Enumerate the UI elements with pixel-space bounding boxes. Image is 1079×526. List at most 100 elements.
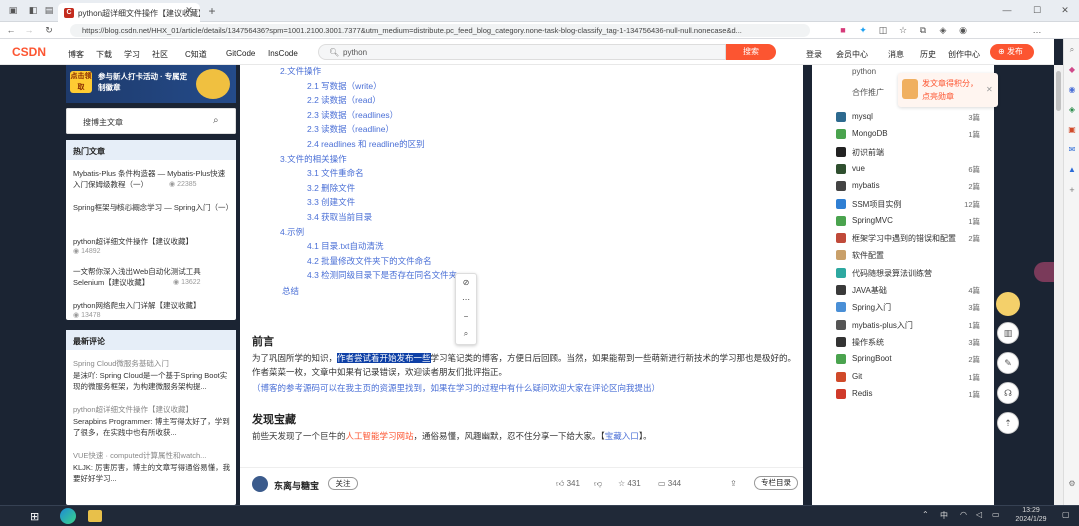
designer-icon[interactable]: ▲ xyxy=(1065,165,1079,174)
follow-button[interactable]: 关注 xyxy=(328,477,358,490)
promo-popup[interactable]: 发文章得积分， 点亮勋章 ✕ xyxy=(898,73,998,107)
column-item[interactable]: 软件配置 xyxy=(812,247,994,263)
forward-icon[interactable]: → xyxy=(22,25,36,35)
nav-login[interactable]: 登录 xyxy=(806,49,822,60)
close-icon[interactable]: ✕ xyxy=(986,85,993,94)
column-item[interactable]: Redis 1篇 xyxy=(812,386,994,402)
list-item[interactable]: 一文帮你深入浅出Web自动化测试工具Selenium【建议收藏】 ◉ 13622 xyxy=(73,266,231,300)
nav-message[interactable]: 消息 xyxy=(888,49,904,60)
toc-item[interactable]: 4.1 目录.txt自动清洗 xyxy=(307,240,384,252)
column-item[interactable]: MongoDB 1篇 xyxy=(812,126,994,142)
toc-item[interactable]: 2.1 写数据（write） xyxy=(307,80,382,92)
search-button[interactable]: 搜索 xyxy=(726,44,776,60)
windows-start-icon[interactable]: ⊞ xyxy=(30,510,39,523)
shopping-icon[interactable]: ◆ xyxy=(1065,65,1079,74)
comment-article[interactable]: Spring Cloud微服务基础入门 xyxy=(73,358,231,370)
extension-icon[interactable]: ■ xyxy=(836,25,850,35)
list-item[interactable]: Mybatis-Plus 条件构造器 — Mybatis-Plus快速入门保姆级… xyxy=(73,168,231,202)
minus-icon[interactable]: − xyxy=(456,308,476,325)
comment-text[interactable]: KLJK: 厉害厉害，博主的文章写得通俗易懂，我要好好学习... xyxy=(73,462,231,484)
wallet-icon[interactable]: ◈ xyxy=(936,25,950,36)
profile-icon[interactable]: ◉ xyxy=(956,25,970,36)
close-tab-icon[interactable]: ✕ xyxy=(182,5,196,16)
tools-icon[interactable]: ◉ xyxy=(1065,85,1079,94)
more-icon[interactable]: ⋯ xyxy=(456,291,476,308)
notification-icon[interactable]: ▢ xyxy=(1062,510,1070,519)
nav-download[interactable]: 下载 xyxy=(96,49,112,60)
column-item[interactable]: 代码随想录算法训练营 xyxy=(812,265,994,281)
back-icon[interactable]: ← xyxy=(4,25,18,35)
file-explorer-icon[interactable] xyxy=(88,510,102,522)
toc-item[interactable]: 2.3 读数据（readline） xyxy=(307,123,394,135)
comment-article[interactable]: python超详细文件操作【建议收藏】 xyxy=(73,404,231,416)
search-icon[interactable]: ⌕ xyxy=(213,115,219,126)
dislike-icon[interactable]: 👎︎ xyxy=(594,479,602,489)
column-item-top[interactable]: python xyxy=(852,67,876,76)
column-item[interactable]: mybatis-plus入门 1篇 xyxy=(812,317,994,333)
comment-text[interactable]: Serapbins Programmer: 博主写得太好了，学到了很多，在实践中… xyxy=(73,416,231,450)
toc-item[interactable]: 4.示例 xyxy=(280,226,304,238)
avatar[interactable] xyxy=(252,476,268,492)
nav-inscode[interactable]: InsCode xyxy=(268,49,298,58)
list-item[interactable]: Spring框架与核心概念学习 — Spring入门（一） ◉ 16160 xyxy=(73,202,233,236)
column-item[interactable]: 操作系统 3篇 xyxy=(812,334,994,350)
battery-icon[interactable]: ▭ xyxy=(992,510,1000,519)
list-item[interactable]: python网络爬虫入门详解【建议收藏】 ◉ 13478 xyxy=(73,300,231,330)
column-item-top[interactable]: 合作推广 xyxy=(852,87,884,98)
outlook-icon[interactable]: ✉ xyxy=(1065,145,1079,154)
edit-icon[interactable]: ✎ xyxy=(997,352,1019,374)
nav-learn[interactable]: 学习 xyxy=(124,49,140,60)
toc-item[interactable]: 3.2 删除文件 xyxy=(307,182,355,194)
eye-off-icon[interactable]: ⊘ xyxy=(456,274,476,291)
toc-item[interactable]: 2.4 readlines 和 readline的区别 xyxy=(307,138,425,150)
column-item[interactable]: SpringMVC 1篇 xyxy=(812,213,994,229)
search-input[interactable]: 🔍︎ python xyxy=(318,44,726,60)
headset-icon[interactable]: ☊ xyxy=(997,382,1019,404)
maximize-icon[interactable]: ☐ xyxy=(1030,5,1044,16)
scrollbar-thumb[interactable] xyxy=(1056,71,1061,111)
promo-banner[interactable]: 点击领取 参与新人打卡活动 · 专属定制徽章 xyxy=(66,65,236,103)
column-item[interactable]: 初识前端 xyxy=(812,144,994,160)
toc-item[interactable]: 2.文件操作 xyxy=(280,65,321,77)
clock-time[interactable]: 13:29 xyxy=(1014,507,1048,514)
url-field[interactable]: https://blog.csdn.net/HHX_01/article/det… xyxy=(70,24,810,37)
like-button[interactable]: 👍︎ 341 xyxy=(556,479,580,489)
tab-actions-icon[interactable]: ◧ xyxy=(26,5,40,16)
nav-vip[interactable]: 会员中心 xyxy=(836,49,868,60)
volume-icon[interactable]: ◁ xyxy=(976,510,982,519)
side-handle[interactable] xyxy=(1034,262,1054,282)
settings-icon[interactable]: ⚙ xyxy=(1065,479,1079,488)
comment-button[interactable]: ▭ 344 xyxy=(658,479,681,488)
column-button[interactable]: 专栏目录 xyxy=(754,476,798,490)
nav-gitcode[interactable]: GitCode xyxy=(226,49,255,58)
nav-creator[interactable]: 创作中心 xyxy=(948,49,980,60)
column-item[interactable]: Spring入门 3篇 xyxy=(812,299,994,315)
list-item[interactable]: python超详细文件操作【建议收藏】 ◉ 14892 xyxy=(73,236,231,266)
back-to-top-icon[interactable]: ⇡ xyxy=(997,412,1019,434)
nav-cknow[interactable]: C知道 xyxy=(185,49,207,60)
treasure-entry-link[interactable]: 宝藏入口 xyxy=(605,431,639,441)
games-icon[interactable]: ◈ xyxy=(1065,105,1079,114)
column-item[interactable]: mysql 3篇 xyxy=(812,109,994,125)
blog-search-input[interactable]: 搜博主文章 ⌕ xyxy=(66,108,236,134)
toc-item[interactable]: 3.4 获取当前目录 xyxy=(307,211,372,223)
window-menu-icon[interactable]: ▣ xyxy=(6,5,20,16)
favorites-icon[interactable]: ☆ xyxy=(896,25,910,36)
clock-date[interactable]: 2024/1/29 xyxy=(1010,516,1052,523)
twitter-icon[interactable]: ✦ xyxy=(856,25,870,36)
collect-button[interactable]: ☆ 431 xyxy=(618,479,641,488)
toc-item[interactable]: 总结 xyxy=(282,285,299,297)
new-tab-button[interactable]: + xyxy=(205,4,219,18)
toc-item[interactable]: 3.3 创建文件 xyxy=(307,196,355,208)
share-icon[interactable]: ⇪ xyxy=(730,479,737,488)
column-item[interactable]: JAVA基础 4篇 xyxy=(812,282,994,298)
split-icon[interactable]: ◫ xyxy=(876,25,890,36)
nav-blog[interactable]: 博客 xyxy=(68,49,84,60)
mascot-icon[interactable] xyxy=(996,292,1020,316)
csdn-logo[interactable]: CSDN xyxy=(12,45,46,59)
nav-history[interactable]: 历史 xyxy=(920,49,936,60)
column-item[interactable]: 框架学习中遇到的错误和配置 2篇 xyxy=(812,230,994,246)
close-window-icon[interactable]: ✕ xyxy=(1058,5,1072,16)
collections-icon[interactable]: ⧉ xyxy=(916,25,930,36)
office-icon[interactable]: ▣ xyxy=(1065,125,1079,134)
